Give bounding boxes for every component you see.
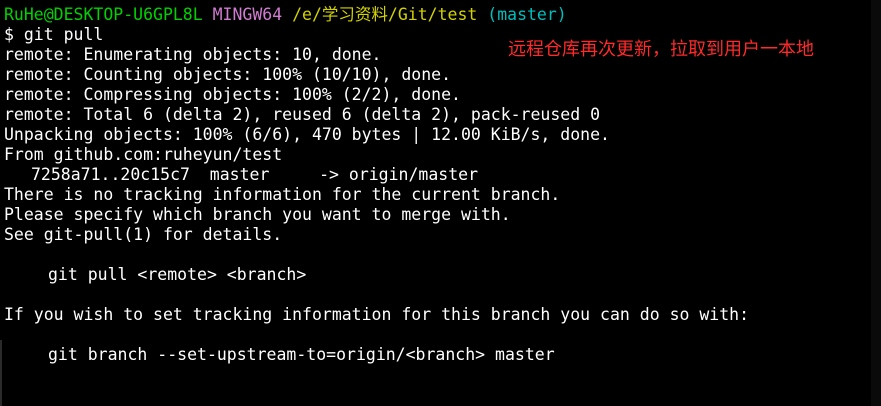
output-line-unpacking: Unpacking objects: 100% (6/6), 470 bytes… <box>4 125 610 144</box>
output-line-total: remote: Total 6 (delta 2), reused 6 (del… <box>4 105 601 124</box>
output-blank-line <box>4 325 881 345</box>
output-line-from: From github.com:ruheyun/test <box>4 145 283 164</box>
terminal-scrollbar[interactable] <box>871 0 881 406</box>
annotation-note: 远程仓库再次更新，拉取到用户一本地 <box>508 39 814 60</box>
output-line-no-tracking: There is no tracking information for the… <box>4 185 561 204</box>
output-blank-line <box>4 285 881 305</box>
prompt-branch: (master) <box>487 5 567 24</box>
output-line-counting: remote: Counting objects: 100% (10/10), … <box>4 65 452 84</box>
output-line-ref-update: 7258a71..20c15c7 master -> origin/master <box>31 165 479 184</box>
output-line-see-help: See git-pull(1) for details. <box>4 225 283 244</box>
prompt-line: RuHe@DESKTOP-U6GPL8L MINGW64 /e/学习资料/Git… <box>4 5 881 25</box>
output-line-pull-usage: git pull <remote> <branch> <box>48 265 307 284</box>
output-line-set-upstream: git branch --set-upstream-to=origin/<bra… <box>48 345 555 364</box>
prompt-shell: MINGW64 <box>212 5 283 24</box>
output-line-specify-branch: Please specify which branch you want to … <box>4 205 511 224</box>
prompt-path: /e/学习资料/Git/test <box>292 5 478 24</box>
window-edge <box>0 340 2 406</box>
output-blank-line <box>4 245 881 265</box>
prompt-user-host: RuHe@DESKTOP-U6GPL8L <box>4 5 203 24</box>
output-line-compressing: remote: Compressing objects: 100% (2/2),… <box>4 85 461 104</box>
output-line-tracking-hint: If you wish to set tracking information … <box>4 305 750 324</box>
terminal-window[interactable]: RuHe@DESKTOP-U6GPL8L MINGW64 /e/学习资料/Git… <box>4 5 881 406</box>
